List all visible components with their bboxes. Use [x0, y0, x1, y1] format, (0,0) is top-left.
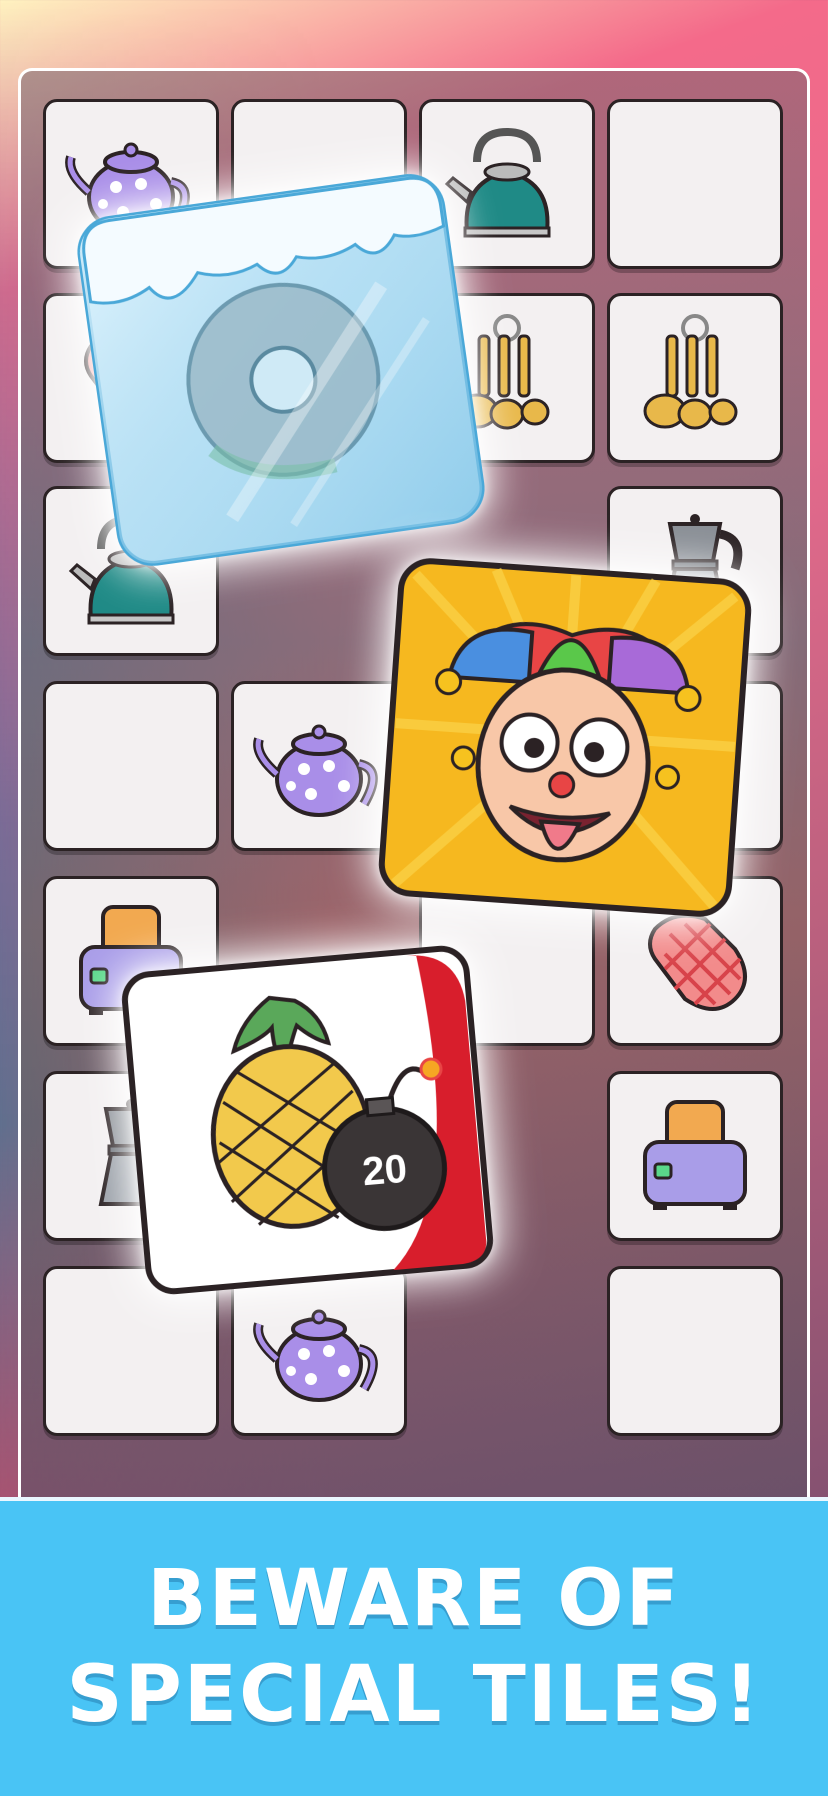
promo-banner: BEWARE OF SPECIAL TILES! — [0, 1497, 828, 1796]
frozen-donut-icon — [77, 174, 485, 566]
jester-special-tile[interactable] — [373, 553, 756, 922]
banner-line-1: BEWARE OF — [147, 1554, 681, 1644]
board-tile[interactable] — [43, 681, 219, 851]
banner-line-2: SPECIAL TILES! — [66, 1650, 762, 1740]
bomb-counter: 20 — [360, 1146, 409, 1195]
teapot-icon — [249, 1279, 389, 1423]
board-tile[interactable] — [607, 293, 783, 463]
board-tile[interactable] — [607, 1266, 783, 1436]
ice-special-tile[interactable] — [69, 165, 493, 574]
bomb-special-tile[interactable]: 20 — [116, 940, 498, 1300]
measuring-spoons-icon — [625, 306, 765, 450]
jester-face-icon — [378, 558, 752, 917]
banner-headline: BEWARE OF SPECIAL TILES! — [0, 1551, 828, 1743]
kettle-icon — [437, 112, 577, 256]
board-tile[interactable] — [231, 1266, 407, 1436]
teapot-icon — [249, 694, 389, 838]
board-tile[interactable] — [607, 99, 783, 269]
board-tile[interactable] — [607, 1071, 783, 1241]
toaster-icon — [625, 1084, 765, 1228]
